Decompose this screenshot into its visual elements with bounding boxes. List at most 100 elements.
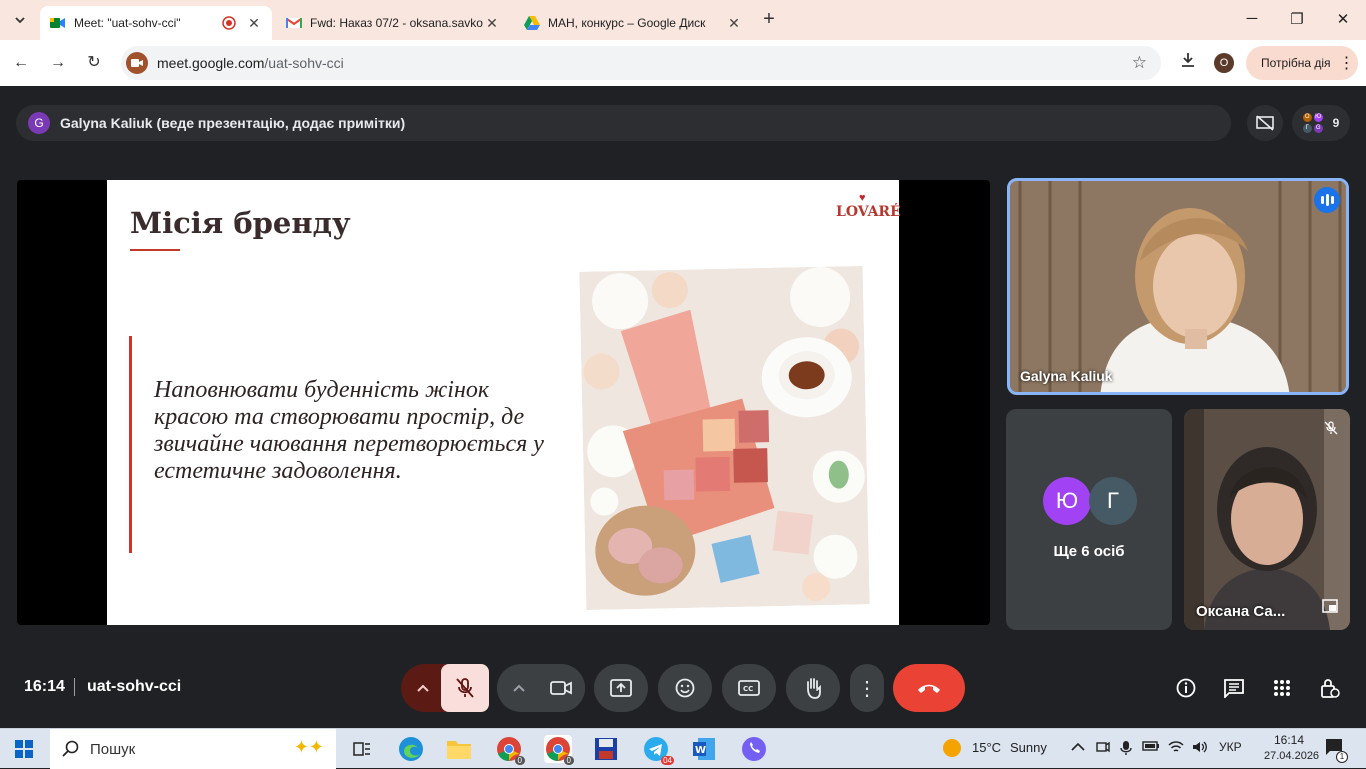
site-info-icon[interactable] — [126, 52, 148, 74]
pip-icon[interactable] — [1322, 599, 1338, 618]
presenter-text: Galyna Kaliuk (веде презентацію, додає п… — [60, 115, 406, 131]
participant-name: Galyna Kaliuk — [1020, 368, 1113, 384]
battery-icon[interactable] — [1142, 740, 1160, 755]
present-button[interactable] — [594, 664, 648, 712]
avatar-dot: O — [1302, 113, 1312, 122]
task-view-icon[interactable] — [348, 735, 376, 763]
participants-button[interactable]: O Ю Г G 9 — [1292, 105, 1350, 141]
notifications-icon[interactable]: 1 — [1324, 737, 1348, 763]
activities-icon[interactable] — [1270, 676, 1294, 700]
forward-icon[interactable]: → — [47, 52, 69, 74]
browser-tab-strip: Meet: "uat-sohv-cci" ✕ Fwd: Наказ 07/2 -… — [0, 0, 1366, 40]
closed-caption-icon: CC — [738, 680, 760, 696]
videocam-icon — [550, 681, 572, 695]
profile-avatar[interactable]: O — [1214, 53, 1234, 73]
action-needed-button[interactable]: Потрібна дія ⋮ — [1246, 46, 1358, 80]
search-icon — [62, 740, 79, 757]
avatar-yu: Ю — [1043, 477, 1091, 525]
mic-off-icon — [1324, 421, 1338, 440]
close-window-icon[interactable]: ✕ — [1333, 10, 1353, 28]
raise-hand-button[interactable] — [786, 664, 840, 712]
minimize-icon[interactable]: ─ — [1242, 10, 1262, 27]
system-clock[interactable]: 16:14 27.04.2026 — [1264, 732, 1319, 764]
telegram-icon[interactable]: 04 — [642, 735, 674, 765]
chevron-down-icon — [15, 17, 25, 24]
close-tab-icon[interactable]: ✕ — [246, 15, 262, 32]
word-icon[interactable]: W — [690, 735, 718, 763]
presenter-avatar: G — [28, 112, 50, 134]
meet-tray-icon[interactable] — [1096, 740, 1110, 757]
slide-quote: Наповнювати буденність жінок красою та с… — [154, 377, 544, 484]
participants-count: 9 — [1332, 116, 1340, 130]
tab-gmail[interactable]: Fwd: Наказ 07/2 - oksana.savko ✕ — [276, 6, 510, 40]
reactions-button[interactable] — [658, 664, 712, 712]
search-placeholder: Пошук — [90, 740, 136, 758]
camera-options-button[interactable] — [497, 664, 541, 712]
sparkle-icon: ✦✦ — [293, 737, 324, 757]
back-icon[interactable]: ← — [10, 52, 32, 74]
participant-name: Оксана Са... — [1196, 603, 1286, 620]
camera-toggle-button[interactable] — [537, 664, 585, 712]
weather-desc: Sunny — [1010, 740, 1047, 755]
wifi-icon[interactable] — [1168, 740, 1184, 757]
notification-badge: 1 — [1336, 751, 1348, 763]
chat-icon[interactable] — [1222, 676, 1246, 700]
meet-call-area: G Galyna Kaliuk (веде презентацію, додає… — [0, 86, 1366, 728]
restore-icon[interactable]: ❐ — [1287, 10, 1307, 28]
participant-tile-self[interactable]: Оксана Са... — [1184, 409, 1350, 630]
chrome-icon-active[interactable]: 0 — [544, 735, 574, 765]
volume-icon[interactable] — [1192, 740, 1208, 757]
notification-badge: 0 — [514, 756, 525, 765]
download-arrow-icon — [1182, 53, 1194, 67]
url-path: /uat-sohv-cci — [264, 55, 344, 71]
captions-button[interactable]: CC — [722, 664, 776, 712]
others-label: Ще 6 осіб — [1053, 543, 1125, 560]
meeting-code: uat-sohv-cci — [87, 678, 182, 695]
hide-presentation-button[interactable] — [1247, 105, 1283, 141]
avatar-h: Г — [1089, 477, 1137, 525]
chrome-icon[interactable]: 0 — [495, 735, 525, 765]
new-tab-icon[interactable]: + — [758, 8, 780, 30]
meeting-details-icon[interactable] — [1174, 676, 1198, 700]
file-explorer-icon[interactable] — [445, 735, 473, 763]
reload-icon[interactable]: ↻ — [83, 52, 105, 74]
google-drive-icon — [524, 16, 540, 30]
camera-control-group — [497, 664, 585, 712]
microphone-icon[interactable] — [1120, 740, 1132, 759]
participant-tile-speaker[interactable]: Galyna Kaliuk — [1007, 178, 1349, 395]
tray-expand-icon[interactable] — [1071, 740, 1085, 755]
presentation-stage: Місія бренду ♥ LOVARÉ Наповнювати буденн… — [17, 180, 990, 625]
leave-call-button[interactable] — [893, 664, 965, 712]
avatar-dot: G — [1313, 124, 1323, 133]
more-vert-icon: ⋮ — [857, 677, 877, 700]
taskbar-search[interactable]: Пошук ✦✦ — [50, 729, 336, 769]
speaking-indicator-icon — [1314, 187, 1340, 213]
tab-title: МАН, конкурс – Google Диск — [548, 16, 706, 30]
slide-title: Місія бренду — [130, 206, 351, 240]
title-underline — [130, 249, 180, 251]
weather-icon[interactable] — [942, 738, 962, 761]
emoji-icon — [675, 678, 695, 698]
tab-drive[interactable]: МАН, конкурс – Google Диск ✕ — [514, 6, 752, 40]
windows-start-icon[interactable] — [10, 735, 38, 763]
tab-meet[interactable]: Meet: "uat-sohv-cci" ✕ — [40, 6, 272, 40]
download-icon[interactable] — [1177, 52, 1199, 74]
viber-icon[interactable] — [740, 735, 768, 763]
clock-time: 16:14 — [1273, 733, 1304, 747]
address-bar[interactable]: meet.google.com/uat-sohv-cci ☆ — [121, 46, 1161, 80]
more-options-button[interactable]: ⋮ — [850, 664, 884, 712]
mic-toggle-button[interactable] — [441, 664, 489, 712]
bookmark-star-icon[interactable]: ☆ — [1132, 53, 1147, 73]
tab-title: Meet: "uat-sohv-cci" — [74, 16, 181, 30]
participant-tile-others[interactable]: Ю Г Ще 6 осіб — [1006, 409, 1172, 630]
close-tab-icon[interactable]: ✕ — [484, 15, 500, 32]
chevron-up-icon — [417, 684, 429, 692]
language-indicator[interactable]: УКР — [1219, 740, 1242, 754]
mic-options-button[interactable] — [401, 664, 445, 712]
close-tab-icon[interactable]: ✕ — [726, 15, 742, 32]
tab-search-button[interactable] — [8, 8, 32, 32]
host-controls-icon[interactable] — [1318, 676, 1342, 700]
edge-icon[interactable] — [397, 735, 425, 763]
speaker-video — [1010, 181, 1346, 392]
save-app-icon[interactable] — [592, 735, 620, 763]
